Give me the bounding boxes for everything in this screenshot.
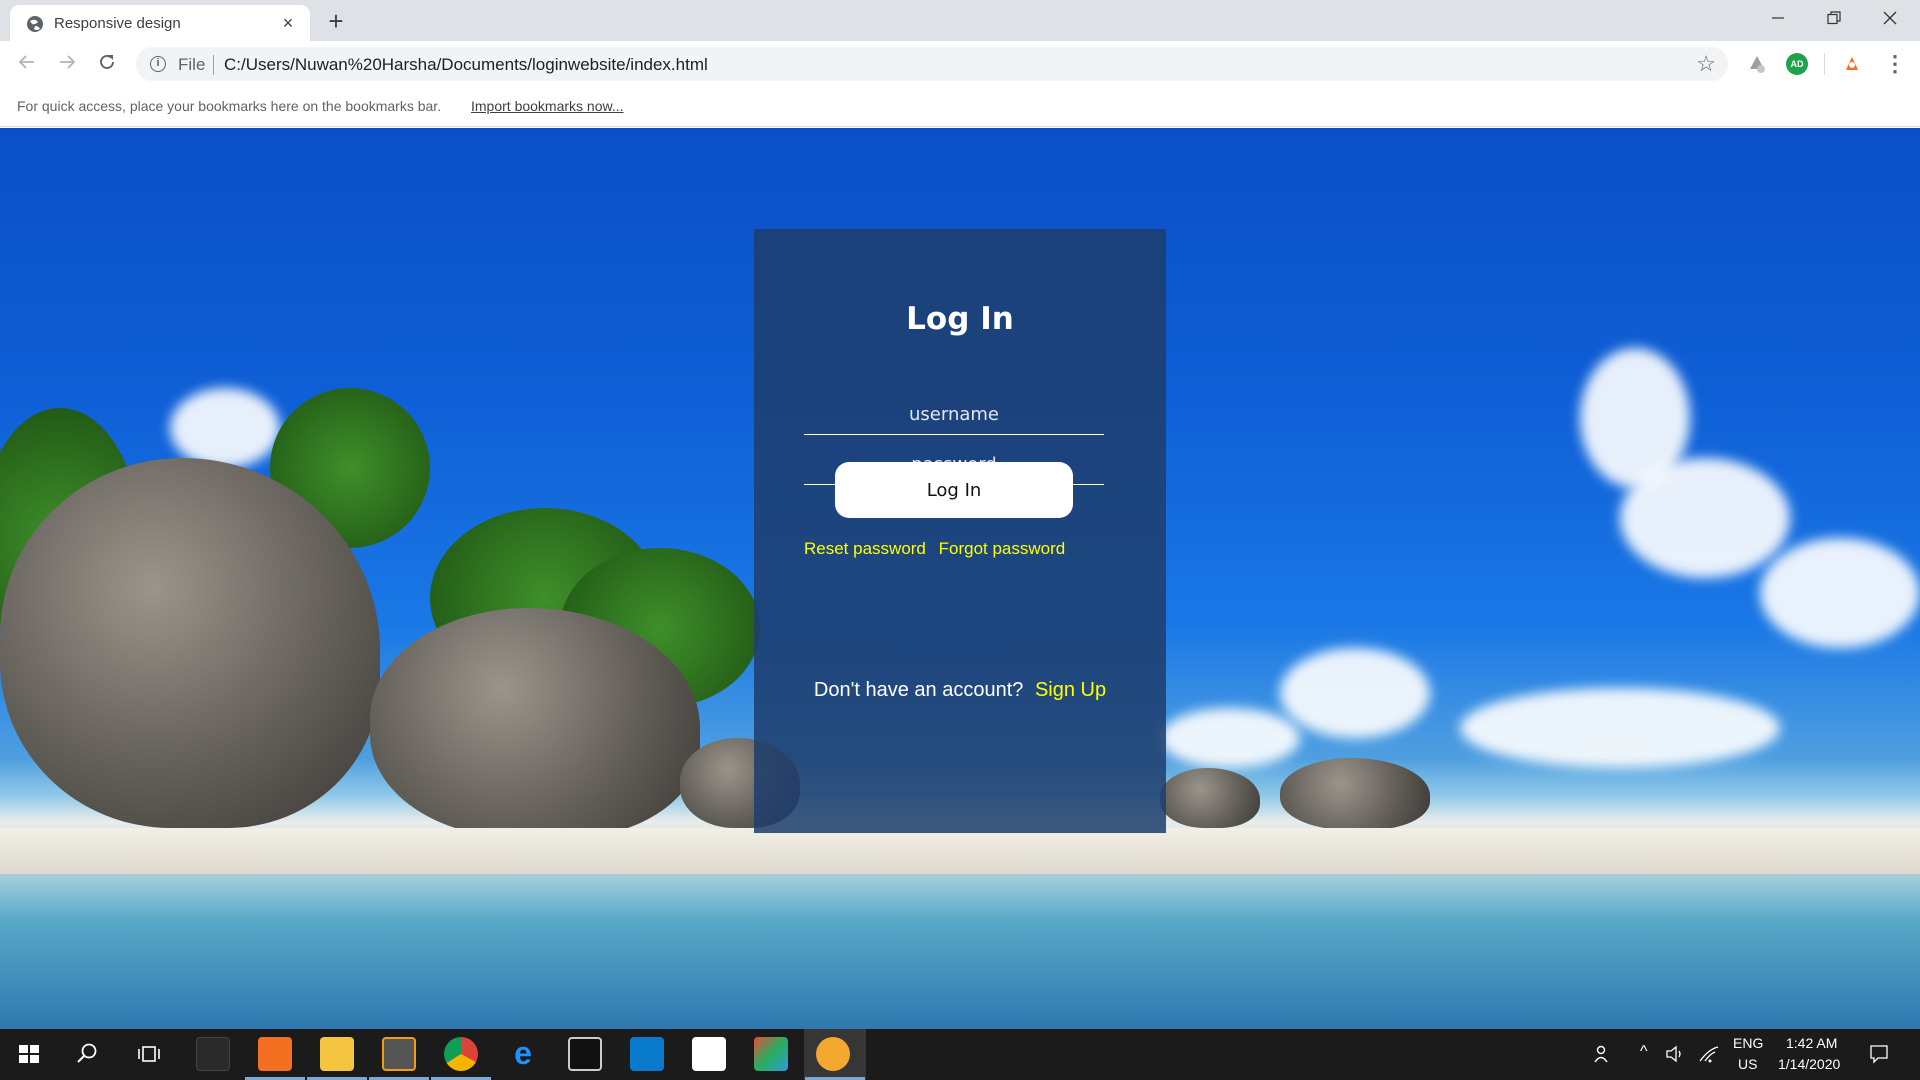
- forward-button[interactable]: [52, 49, 82, 79]
- wifi-icon[interactable]: [1698, 1043, 1720, 1065]
- username-input[interactable]: [804, 395, 1104, 435]
- import-bookmarks-link[interactable]: Import bookmarks now...: [471, 98, 624, 114]
- file-explorer-icon[interactable]: [320, 1037, 354, 1071]
- new-tab-button[interactable]: +: [322, 8, 350, 36]
- back-arrow-icon: [18, 55, 34, 69]
- login-title: Log In: [906, 301, 1014, 337]
- background-cloud: [1280, 648, 1430, 738]
- signup-row: Don't have an account? Sign Up: [754, 679, 1166, 702]
- url-scheme: File: [178, 55, 206, 74]
- address-bar[interactable]: i File C:/Users/Nuwan%20Harsha/Documents…: [136, 47, 1728, 81]
- taskbar-active-app-highlight: [804, 1029, 866, 1080]
- background-cloud: [1760, 538, 1920, 648]
- back-button[interactable]: [12, 49, 42, 79]
- terminal-icon[interactable]: [568, 1037, 602, 1071]
- no-account-text: Don't have an account?: [813, 679, 1024, 701]
- vscode-icon[interactable]: [630, 1037, 664, 1071]
- profile-extension-icon[interactable]: [1746, 53, 1768, 75]
- adblock-extension-icon[interactable]: AD: [1786, 53, 1808, 75]
- minimize-button[interactable]: [1750, 0, 1806, 40]
- url-separator: [213, 55, 214, 75]
- reload-button[interactable]: [92, 49, 122, 79]
- background-rock: [1280, 758, 1430, 830]
- sourcetree-icon[interactable]: [754, 1037, 788, 1071]
- menu-kebab-icon[interactable]: ⋮: [1884, 51, 1906, 77]
- notifications-icon[interactable]: [1868, 1043, 1890, 1065]
- clock-date[interactable]: 1/14/2020: [1778, 1056, 1840, 1072]
- background-rock: [1160, 768, 1260, 828]
- chrome-icon[interactable]: [444, 1037, 478, 1071]
- beach-sand: [0, 828, 1920, 874]
- bookmark-star-icon[interactable]: ☆: [1696, 51, 1716, 77]
- tab-close-icon[interactable]: ×: [276, 11, 300, 35]
- task-view-icon[interactable]: [134, 1039, 164, 1069]
- signup-link[interactable]: Sign Up: [1035, 679, 1106, 701]
- windows-taskbar: e ^ ENG US 1:42 AM 1/14/2020: [0, 1029, 1920, 1080]
- bookmarks-message: For quick access, place your bookmarks h…: [17, 98, 442, 114]
- tab-strip: Responsive design × +: [0, 0, 1920, 41]
- show-hidden-icons-chevron-icon[interactable]: ^: [1640, 1043, 1648, 1061]
- globe-icon: [27, 16, 43, 32]
- reload-icon: [100, 55, 114, 69]
- background-cloud: [1160, 708, 1300, 768]
- close-icon: [1883, 11, 1897, 25]
- windows-start-icon[interactable]: [14, 1039, 44, 1069]
- people-icon[interactable]: [1592, 1043, 1614, 1065]
- volume-icon[interactable]: [1664, 1043, 1686, 1065]
- background-cloud: [1620, 458, 1790, 578]
- reset-password-link[interactable]: Reset password: [804, 539, 926, 558]
- url-text[interactable]: C:/Users/Nuwan%20Harsha/Documents/loginw…: [224, 55, 708, 75]
- sublime-text-icon[interactable]: [382, 1037, 416, 1071]
- forgot-password-link[interactable]: Forgot password: [939, 539, 1066, 558]
- background-cloud: [170, 388, 280, 468]
- input-language[interactable]: ENG: [1733, 1035, 1763, 1051]
- photos-icon[interactable]: [692, 1037, 726, 1071]
- restore-icon: [1827, 11, 1841, 25]
- password-links: Reset password Forgot password: [804, 539, 1073, 559]
- bookmarks-bar: For quick access, place your bookmarks h…: [0, 87, 1920, 127]
- login-button[interactable]: Log In: [835, 462, 1073, 518]
- browser-tab[interactable]: Responsive design ×: [10, 5, 310, 41]
- background-cloud: [1460, 688, 1780, 768]
- clock-time[interactable]: 1:42 AM: [1786, 1035, 1837, 1051]
- toolbar-divider: [1824, 53, 1825, 75]
- app-generic-icon[interactable]: [196, 1037, 230, 1071]
- tab-title: Responsive design: [54, 15, 181, 32]
- page-background: Log In Log In Reset password Forgot pass…: [0, 128, 1920, 1029]
- close-window-button[interactable]: [1862, 0, 1918, 40]
- browser-toolbar: i File C:/Users/Nuwan%20Harsha/Documents…: [0, 41, 1920, 87]
- avast-extension-icon[interactable]: [1841, 53, 1863, 75]
- minimize-icon: [1772, 17, 1784, 19]
- info-icon[interactable]: i: [150, 56, 166, 72]
- input-region[interactable]: US: [1738, 1056, 1757, 1072]
- search-icon[interactable]: [72, 1039, 102, 1069]
- login-panel: Log In Log In Reset password Forgot pass…: [754, 229, 1166, 833]
- forward-arrow-icon: [60, 55, 76, 69]
- xampp-icon[interactable]: [258, 1037, 292, 1071]
- restore-button[interactable]: [1806, 0, 1862, 40]
- edge-icon[interactable]: e: [506, 1037, 540, 1071]
